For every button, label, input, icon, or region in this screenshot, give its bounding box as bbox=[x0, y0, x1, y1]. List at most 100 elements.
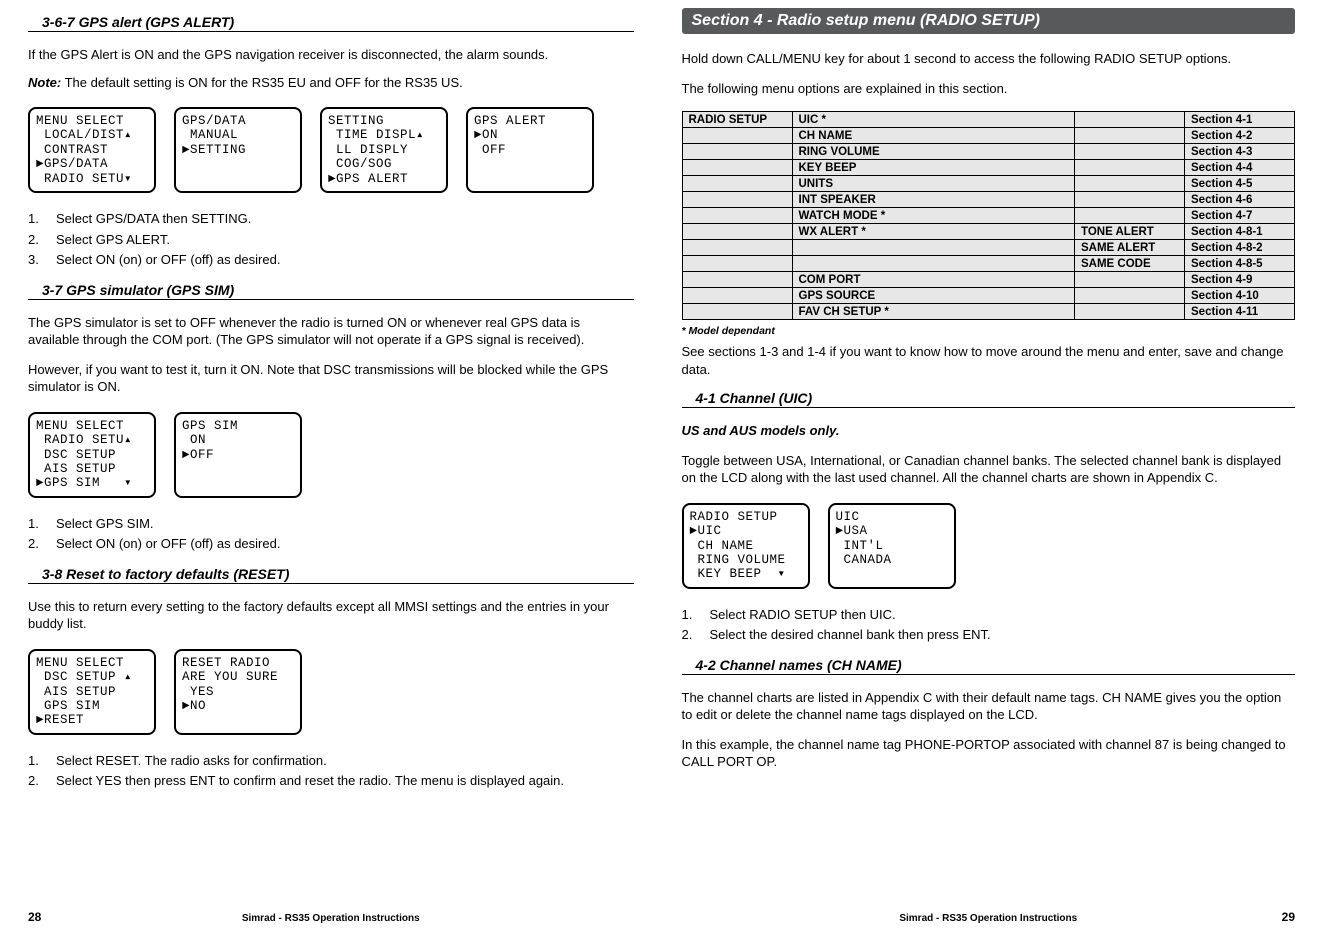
heading-4-2: 4-2 Channel names (CH NAME) bbox=[682, 657, 1296, 675]
page-right: Section 4 - Radio setup menu (RADIO SETU… bbox=[662, 0, 1323, 928]
step-item: Select ON (on) or OFF (off) as desired. bbox=[28, 251, 634, 269]
step-item: Select RESET. The radio asks for confirm… bbox=[28, 752, 634, 770]
table-cell: Section 4-11 bbox=[1185, 304, 1295, 320]
table-cell bbox=[1075, 112, 1185, 128]
page-left: 3-6-7 GPS alert (GPS ALERT) If the GPS A… bbox=[0, 0, 662, 928]
step-item: Select YES then press ENT to confirm and… bbox=[28, 772, 634, 790]
lcd-screen: SETTING TIME DISPL▴ LL DISPLY COG/SOG ►G… bbox=[320, 107, 448, 193]
lcd-screen: MENU SELECT DSC SETUP ▴ AIS SETUP GPS SI… bbox=[28, 649, 156, 735]
table-cell: Section 4-4 bbox=[1185, 160, 1295, 176]
step-item: Select the desired channel bank then pre… bbox=[682, 626, 1296, 644]
table-cell bbox=[682, 240, 792, 256]
table-cell bbox=[682, 256, 792, 272]
table-cell: SAME CODE bbox=[1075, 256, 1185, 272]
heading-4-1: 4-1 Channel (UIC) bbox=[682, 390, 1296, 408]
table-cell: Section 4-7 bbox=[1185, 208, 1295, 224]
body-text: If the GPS Alert is ON and the GPS navig… bbox=[28, 46, 634, 64]
step-item: Select GPS SIM. bbox=[28, 515, 634, 533]
table-cell: SAME ALERT bbox=[1075, 240, 1185, 256]
lcd-row-2: MENU SELECT RADIO SETU▴ DSC SETUP AIS SE… bbox=[28, 412, 634, 498]
lcd-screen: RESET RADIO ARE YOU SURE YES ►NO bbox=[174, 649, 302, 735]
footer-center: Simrad - RS35 Operation Instructions bbox=[706, 913, 1272, 924]
steps-list: Select RADIO SETUP then UIC. Select the … bbox=[682, 603, 1296, 647]
table-cell: GPS SOURCE bbox=[792, 288, 1075, 304]
body-text: Hold down CALL/MENU key for about 1 seco… bbox=[682, 50, 1296, 68]
table-cell: Section 4-8-1 bbox=[1185, 224, 1295, 240]
table-cell: Section 4-5 bbox=[1185, 176, 1295, 192]
table-cell: Section 4-6 bbox=[1185, 192, 1295, 208]
table-cell: RADIO SETUP bbox=[682, 112, 792, 128]
table-cell: FAV CH SETUP * bbox=[792, 304, 1075, 320]
steps-list: Select RESET. The radio asks for confirm… bbox=[28, 749, 634, 793]
step-item: Select ON (on) or OFF (off) as desired. bbox=[28, 535, 634, 553]
table-cell: Section 4-8-2 bbox=[1185, 240, 1295, 256]
table-cell: Section 4-3 bbox=[1185, 144, 1295, 160]
page-footer: Simrad - RS35 Operation Instructions 29 bbox=[682, 904, 1296, 924]
table-cell: Section 4-10 bbox=[1185, 288, 1295, 304]
footer-center: Simrad - RS35 Operation Instructions bbox=[52, 913, 610, 924]
lcd-row-4: RADIO SETUP ►UIC CH NAME RING VOLUME KEY… bbox=[682, 503, 1296, 589]
table-cell bbox=[682, 304, 792, 320]
table-cell: KEY BEEP bbox=[792, 160, 1075, 176]
model-note: US and AUS models only. bbox=[682, 422, 1296, 440]
page-number: 28 bbox=[28, 910, 52, 924]
table-cell: Section 4-8-5 bbox=[1185, 256, 1295, 272]
table-cell: CH NAME bbox=[792, 128, 1075, 144]
lcd-screen: RADIO SETUP ►UIC CH NAME RING VOLUME KEY… bbox=[682, 503, 810, 589]
step-item: Select GPS/DATA then SETTING. bbox=[28, 210, 634, 228]
table-cell: UIC * bbox=[792, 112, 1075, 128]
table-cell bbox=[682, 176, 792, 192]
table-cell bbox=[682, 192, 792, 208]
body-text: The GPS simulator is set to OFF whenever… bbox=[28, 314, 634, 349]
table-cell: Section 4-9 bbox=[1185, 272, 1295, 288]
table-cell bbox=[1075, 160, 1185, 176]
page-footer: 28 Simrad - RS35 Operation Instructions bbox=[28, 904, 634, 924]
table-cell bbox=[1075, 176, 1185, 192]
section-4-title: Section 4 - Radio setup menu (RADIO SETU… bbox=[682, 8, 1296, 34]
table-cell: INT SPEAKER bbox=[792, 192, 1075, 208]
body-text: Use this to return every setting to the … bbox=[28, 598, 634, 633]
table-cell: COM PORT bbox=[792, 272, 1075, 288]
table-cell bbox=[682, 288, 792, 304]
lcd-row-1: MENU SELECT LOCAL/DIST▴ CONTRAST ►GPS/DA… bbox=[28, 107, 634, 193]
heading-3-8: 3-8 Reset to factory defaults (RESET) bbox=[28, 566, 634, 584]
table-cell bbox=[1075, 128, 1185, 144]
table-cell bbox=[1075, 192, 1185, 208]
table-cell: Section 4-2 bbox=[1185, 128, 1295, 144]
table-cell: UNITS bbox=[792, 176, 1075, 192]
heading-3-7: 3-7 GPS simulator (GPS SIM) bbox=[28, 282, 634, 300]
steps-list: Select GPS SIM. Select ON (on) or OFF (o… bbox=[28, 512, 634, 556]
body-text: Toggle between USA, International, or Ca… bbox=[682, 452, 1296, 487]
note-label: Note: bbox=[28, 75, 61, 90]
table-cell bbox=[792, 256, 1075, 272]
body-text: In this example, the channel name tag PH… bbox=[682, 736, 1296, 771]
step-item: Select GPS ALERT. bbox=[28, 231, 634, 249]
lcd-screen: MENU SELECT LOCAL/DIST▴ CONTRAST ►GPS/DA… bbox=[28, 107, 156, 193]
note-body: The default setting is ON for the RS35 E… bbox=[61, 75, 463, 90]
lcd-screen: GPS/DATA MANUAL ►SETTING bbox=[174, 107, 302, 193]
heading-3-6-7: 3-6-7 GPS alert (GPS ALERT) bbox=[28, 14, 634, 32]
note-line: Note: The default setting is ON for the … bbox=[28, 74, 634, 92]
table-cell bbox=[682, 144, 792, 160]
step-item: Select RADIO SETUP then UIC. bbox=[682, 606, 1296, 624]
model-dependant-note: * Model dependant bbox=[682, 325, 1296, 337]
table-cell: TONE ALERT bbox=[1075, 224, 1185, 240]
table-cell bbox=[682, 272, 792, 288]
lcd-row-3: MENU SELECT DSC SETUP ▴ AIS SETUP GPS SI… bbox=[28, 649, 634, 735]
body-text: The following menu options are explained… bbox=[682, 80, 1296, 98]
table-cell bbox=[1075, 208, 1185, 224]
body-text: See sections 1-3 and 1-4 if you want to … bbox=[682, 343, 1296, 378]
table-cell: Section 4-1 bbox=[1185, 112, 1295, 128]
table-cell bbox=[682, 160, 792, 176]
table-cell bbox=[1075, 272, 1185, 288]
body-text: However, if you want to test it, turn it… bbox=[28, 361, 634, 396]
table-cell bbox=[682, 208, 792, 224]
lcd-screen: UIC ►USA INT'L CANADA bbox=[828, 503, 956, 589]
table-cell bbox=[1075, 288, 1185, 304]
table-cell bbox=[1075, 144, 1185, 160]
table-cell: RING VOLUME bbox=[792, 144, 1075, 160]
table-cell bbox=[1075, 304, 1185, 320]
table-cell bbox=[682, 224, 792, 240]
radio-setup-table: RADIO SETUPUIC * Section 4-1 CH NAME Sectio… bbox=[682, 111, 1296, 320]
lcd-screen: MENU SELECT RADIO SETU▴ DSC SETUP AIS SE… bbox=[28, 412, 156, 498]
